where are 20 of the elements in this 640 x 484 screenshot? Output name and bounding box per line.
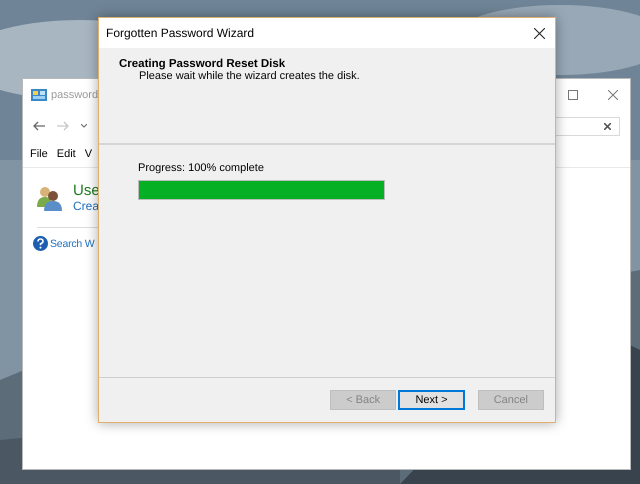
window-title: password <box>51 89 98 101</box>
clear-icon[interactable] <box>604 122 611 130</box>
back-arrow-icon[interactable] <box>33 121 45 131</box>
help-icon <box>33 236 48 251</box>
progress-label: Progress: 100% complete <box>138 162 265 174</box>
close-icon[interactable] <box>534 28 545 38</box>
menu-item[interactable]: Edit <box>56 148 76 160</box>
page-description: Please wait while the wizard creates the disk. <box>139 70 361 82</box>
section-heading: Use <box>73 182 100 199</box>
wizard-button[interactable]: Next > <box>398 390 465 410</box>
caret-icon[interactable] <box>81 124 87 128</box>
menu-item[interactable]: V <box>84 148 92 160</box>
task-link[interactable]: Crea <box>73 199 100 213</box>
users-icon <box>35 184 63 210</box>
maximize-icon[interactable] <box>568 90 578 100</box>
dialog-title: Forgotten Password Wizard <box>106 26 254 40</box>
menu-item[interactable]: File <box>30 148 48 160</box>
page-heading: Creating Password Reset Disk <box>119 58 286 70</box>
help-link[interactable]: Search W <box>50 238 94 250</box>
control-panel-icon <box>31 89 47 101</box>
